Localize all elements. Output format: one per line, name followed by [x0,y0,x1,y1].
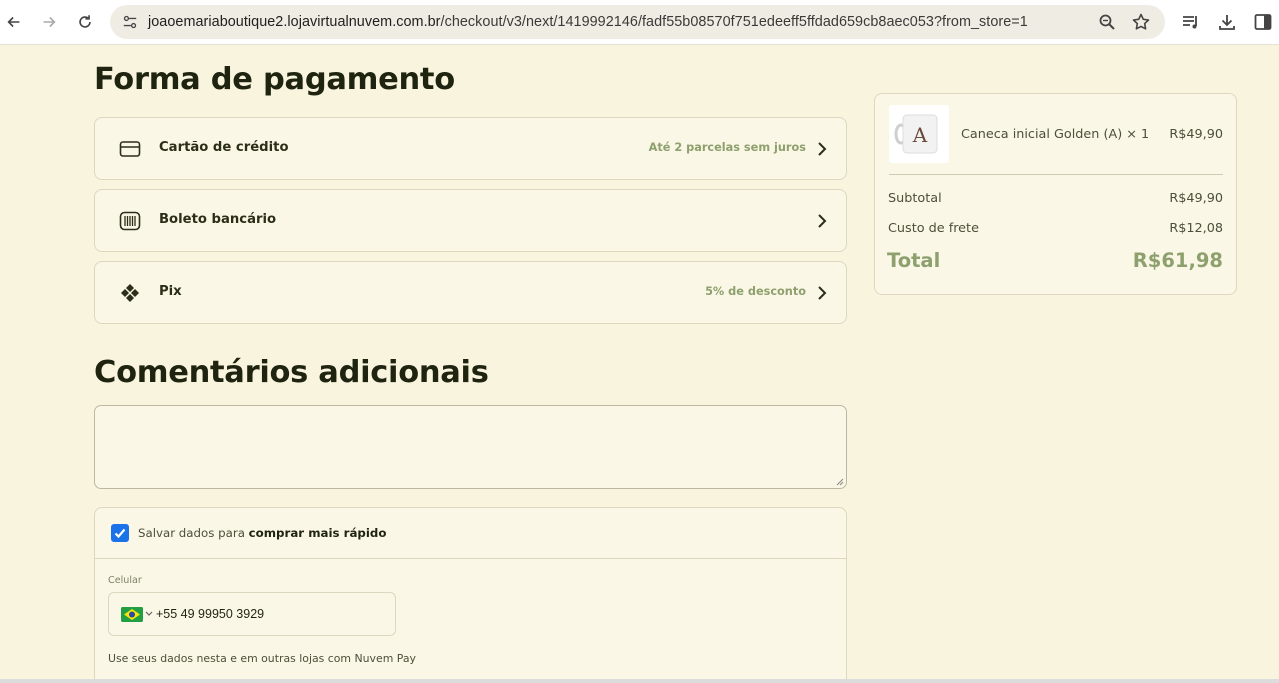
site-settings-icon[interactable] [121,13,139,31]
payment-option-boleto[interactable]: Boleto bancário [94,189,847,252]
reload-button[interactable] [71,8,99,36]
payment-option-pix[interactable]: Pix 5% de desconto [94,261,847,324]
phone-field[interactable]: +55 49 99950 3929 [108,592,396,636]
chevron-down-icon[interactable] [145,608,153,618]
back-arrow-icon [7,16,20,28]
nuvem-pay-note: Use seus dados nesta e em outras lojas c… [108,652,416,665]
chevron-right-icon [818,286,827,300]
url-path: /checkout/v3/next/1419992146/fadf55b0857… [440,14,1028,30]
side-panel-icon[interactable] [1253,12,1273,32]
pix-icon [119,282,141,304]
save-data-prefix: Salvar dados para [138,526,249,540]
payment-option-label: Cartão de crédito [159,140,289,155]
subtotal-label: Subtotal [888,191,942,206]
save-data-row[interactable]: Salvar dados para comprar mais rápido [95,508,846,559]
reload-icon [79,15,91,28]
payment-option-label: Boleto bancário [159,212,277,227]
save-data-bold: comprar mais rápido [248,526,387,540]
forward-arrow-icon [43,16,56,28]
shipping-label: Custo de frete [888,221,979,236]
url-text: joaoemariaboutique2.lojavirtualnuvem.com… [148,14,1028,30]
browser-toolbar: joaoemariaboutique2.lojavirtualnuvem.com… [0,0,1279,45]
installments-note: Até 2 parcelas sem juros [648,141,806,154]
url-domain: joaoemariaboutique2.lojavirtualnuvem.com… [148,14,441,30]
shipping-value: R$12,08 [1169,221,1223,236]
discount-note: 5% de desconto [705,285,806,298]
phone-number[interactable]: +55 49 99950 3929 [156,607,264,621]
forward-button[interactable] [35,8,63,36]
address-bar[interactable]: joaoemariaboutique2.lojavirtualnuvem.com… [110,5,1165,39]
comments-heading: Comentários adicionais [94,355,489,390]
chevron-right-icon [818,142,827,156]
save-data-section: Salvar dados para comprar mais rápido Ce… [94,507,847,683]
resize-grip-icon[interactable] [834,476,844,486]
total-value: R$61,98 [1132,249,1223,272]
comments-textarea[interactable] [94,405,847,489]
download-icon[interactable] [1217,12,1237,32]
chevron-right-icon [818,214,827,228]
product-name: Caneca inicial Golden (A) × 1 [961,127,1150,142]
bookmark-star-icon[interactable] [1131,12,1151,32]
barcode-icon [119,210,141,232]
zoom-icon[interactable] [1098,13,1116,31]
checkmark-icon [114,528,126,539]
summary-divider [889,174,1223,175]
order-summary: A Caneca inicial Golden (A) × 1 R$49,90 … [874,93,1237,295]
thumb-letter: A [912,123,928,147]
phone-label: Celular [108,575,142,586]
window-bottom-edge [0,679,1279,683]
back-button[interactable] [0,8,28,36]
total-label: Total [887,249,941,272]
brazil-flag-icon[interactable] [121,607,143,622]
save-data-checkbox[interactable] [111,524,129,542]
product-thumbnail: A [889,105,949,163]
subtotal-value: R$49,90 [1169,191,1223,206]
payment-heading: Forma de pagamento [94,62,455,97]
payment-option-credit-card[interactable]: Cartão de crédito Até 2 parcelas sem jur… [94,117,847,180]
credit-card-icon [119,138,141,160]
product-price: R$49,90 [1169,127,1223,142]
media-controls-icon[interactable] [1181,12,1201,32]
payment-option-label: Pix [159,284,182,299]
save-data-label: Salvar dados para comprar mais rápido [138,526,386,540]
